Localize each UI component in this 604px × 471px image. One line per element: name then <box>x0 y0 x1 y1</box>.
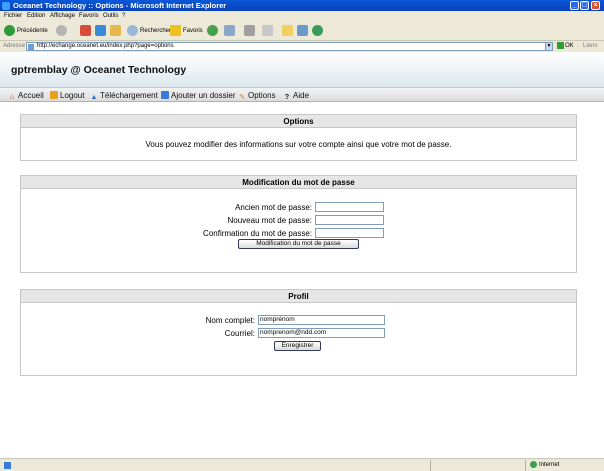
go-arrow-icon <box>557 42 564 49</box>
new-password-row: Nouveau mot de passe: <box>21 215 576 226</box>
nav-item-aide[interactable]: ? Aide <box>283 90 309 102</box>
new-password-field[interactable] <box>315 215 384 225</box>
ie-icon <box>2 2 10 10</box>
logout-icon <box>50 91 58 99</box>
minimize-button[interactable]: _ <box>570 1 579 10</box>
nav-item-telechargement[interactable]: ▲ Téléchargement <box>90 90 158 102</box>
menu-bar: Fichier Edition Affichage Favoris Outils… <box>0 11 604 22</box>
security-zone: Internet <box>530 459 559 471</box>
maximize-button[interactable]: □ <box>580 1 589 10</box>
home-icon <box>110 25 121 36</box>
refresh-icon <box>95 25 106 36</box>
status-divider <box>430 460 431 471</box>
page-header: gptremblay @ Oceanet Technology <box>0 52 604 87</box>
fullname-field[interactable]: nomprénom <box>258 315 385 325</box>
edit-button[interactable] <box>262 25 275 38</box>
stop-button[interactable] <box>80 25 93 38</box>
new-password-label: Nouveau mot de passe: <box>227 216 313 225</box>
edit-icon <box>262 25 273 36</box>
password-panel: Modification du mot de passe Ancien mot … <box>20 175 577 273</box>
folder-button[interactable] <box>282 25 295 38</box>
print-icon <box>244 25 255 36</box>
help-icon: ? <box>284 94 290 101</box>
address-label: Adresse <box>3 43 26 49</box>
fullname-label: Nom complet: <box>205 316 255 325</box>
old-password-label: Ancien mot de passe: <box>235 203 312 212</box>
messenger-icon <box>312 25 323 36</box>
page-icon <box>28 44 34 50</box>
address-bar: Adresse http://echange.oceanet.eu/index.… <box>0 41 604 52</box>
nav-item-logout[interactable]: Logout <box>50 90 84 101</box>
main-nav: ⌂ Accueil Logout ▲ Téléchargement Ajouter … <box>0 87 604 102</box>
options-icon: ✎ <box>239 94 245 101</box>
search-button[interactable]: Rechercher <box>127 25 171 38</box>
confirm-password-label: Confirmation du mot de passe: <box>203 229 312 238</box>
options-title: Options <box>21 115 576 128</box>
save-button[interactable]: Enregistrer <box>274 341 321 351</box>
menu-file[interactable]: Fichier <box>4 11 22 22</box>
page-title: gptremblay @ Oceanet Technology <box>11 64 187 76</box>
password-title: Modification du mot de passe <box>21 176 576 189</box>
refresh-button[interactable] <box>95 25 108 38</box>
add-folder-icon <box>161 91 169 99</box>
home-button[interactable] <box>110 25 123 38</box>
messenger-button[interactable] <box>312 25 325 38</box>
status-divider <box>525 460 526 471</box>
address-input[interactable]: http://echange.oceanet.eu/index.php?page… <box>26 42 553 51</box>
fullname-row: Nom complet: nomprénom <box>21 315 576 326</box>
confirm-password-field[interactable] <box>315 228 384 238</box>
menu-view[interactable]: Affichage <box>50 11 75 22</box>
options-message: Vous pouvez modifier des informations su… <box>145 140 452 149</box>
address-dropdown-button[interactable]: ▼ <box>545 42 553 51</box>
search-icon <box>127 25 138 36</box>
browser-toolbar: Précédente Rechercher Favoris <box>0 22 604 41</box>
folder-icon <box>282 25 293 36</box>
profile-title: Profil <box>21 290 576 303</box>
change-password-button[interactable]: Modification du mot de passe <box>238 239 359 249</box>
forward-arrow-icon <box>56 25 67 36</box>
forward-button[interactable] <box>56 25 69 38</box>
email-row: Courriel: nomprenom@ndd.com <box>21 328 576 339</box>
old-password-row: Ancien mot de passe: <box>21 202 576 213</box>
nav-item-options[interactable]: ✎ Options <box>238 90 276 102</box>
globe-icon <box>530 460 537 468</box>
home-icon: ⌂ <box>9 94 15 101</box>
done-page-icon <box>4 462 11 469</box>
address-url: http://echange.oceanet.eu/index.php?page… <box>37 43 174 49</box>
close-button[interactable]: × <box>591 1 600 10</box>
star-icon <box>170 25 181 36</box>
options-panel: Options Vous pouvez modifier des informa… <box>20 114 577 161</box>
go-button[interactable]: OK <box>557 42 574 51</box>
menu-edit[interactable]: Edition <box>27 11 45 22</box>
nav-item-ajouter-dossier[interactable]: Ajouter un dossier <box>161 90 235 101</box>
research-icon <box>297 25 308 36</box>
menu-tools[interactable]: Outils <box>103 11 118 22</box>
favorites-button[interactable]: Favoris <box>170 25 203 38</box>
old-password-field[interactable] <box>315 202 384 212</box>
mail-icon <box>224 25 235 36</box>
status-bar: Internet <box>0 458 604 471</box>
links-button[interactable]: Liens <box>583 41 597 52</box>
main-content: Options Vous pouvez modifier des informa… <box>0 102 604 458</box>
research-button[interactable] <box>297 25 310 38</box>
back-arrow-icon <box>4 25 15 36</box>
profile-panel: Profil Nom complet: nomprénom Courriel: … <box>20 289 577 376</box>
confirm-password-row: Confirmation du mot de passe: <box>21 228 576 239</box>
stop-icon <box>80 25 91 36</box>
print-button[interactable] <box>244 25 257 38</box>
menu-favorites[interactable]: Favoris <box>79 11 99 22</box>
history-button[interactable] <box>207 25 220 38</box>
nav-item-accueil[interactable]: ⌂ Accueil <box>8 90 44 102</box>
back-button[interactable]: Précédente <box>4 25 48 38</box>
window-titlebar: Oceanet Technology :: Options - Microsof… <box>0 0 604 11</box>
email-field[interactable]: nomprenom@ndd.com <box>258 328 385 338</box>
menu-help[interactable]: ? <box>122 11 125 22</box>
history-icon <box>207 25 218 36</box>
download-icon: ▲ <box>90 94 98 101</box>
window-title: Oceanet Technology :: Options - Microsof… <box>13 1 227 10</box>
mail-button[interactable] <box>224 25 237 38</box>
email-label: Courriel: <box>224 329 255 338</box>
